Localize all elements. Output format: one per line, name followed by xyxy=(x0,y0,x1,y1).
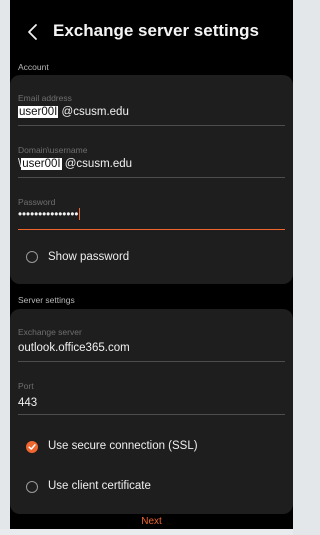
client-certificate-label[interactable]: Use client certificate xyxy=(48,480,151,492)
password-label: Password xyxy=(18,197,56,207)
bottom-edge xyxy=(0,529,293,535)
password-field[interactable]: ••••••••••••••• xyxy=(18,208,81,221)
app-screen: Exchange server settings Account Email a… xyxy=(10,0,293,535)
email-underline xyxy=(18,125,285,126)
port-label: Port xyxy=(18,381,34,391)
back-button[interactable] xyxy=(24,20,44,44)
exchange-server-label: Exchange server xyxy=(18,327,82,337)
chevron-left-icon xyxy=(28,24,37,40)
show-password-label[interactable]: Show password xyxy=(48,251,129,263)
account-card: Email address user00I @csusm.edu Domain\… xyxy=(10,75,293,284)
ssl-checkbox[interactable] xyxy=(26,441,38,453)
domain-username-field[interactable]: \user00I @csusm.edu xyxy=(18,158,132,170)
server-settings-card: Exchange server outlook.office365.com Po… xyxy=(10,309,293,514)
check-icon xyxy=(28,444,36,450)
header: Exchange server settings xyxy=(10,0,293,58)
exchange-server-underline xyxy=(18,361,285,362)
text-caret xyxy=(79,208,81,220)
page-title: Exchange server settings xyxy=(53,21,259,40)
port-underline xyxy=(18,414,285,415)
domain-username-label: Domain\username xyxy=(18,145,88,155)
domain-username: user00I xyxy=(21,158,62,170)
section-label-server: Server settings xyxy=(18,295,75,305)
password-dots: ••••••••••••••• xyxy=(18,209,79,221)
next-button[interactable]: Next xyxy=(10,516,293,527)
exchange-server-field[interactable]: outlook.office365.com xyxy=(18,342,130,354)
ssl-label[interactable]: Use secure connection (SSL) xyxy=(48,440,198,452)
port-field[interactable]: 443 xyxy=(18,397,37,409)
email-field[interactable]: user00I @csusm.edu xyxy=(18,106,129,118)
show-password-radio[interactable] xyxy=(26,251,38,263)
client-certificate-checkbox[interactable] xyxy=(26,481,38,493)
domain-username-underline xyxy=(18,177,285,178)
password-underline xyxy=(18,229,285,231)
email-username: user00I xyxy=(18,106,59,118)
email-domain: @csusm.edu xyxy=(58,106,129,118)
section-label-account: Account xyxy=(18,62,49,72)
domain-suffix: @csusm.edu xyxy=(61,158,133,170)
email-label: Email address xyxy=(18,93,72,103)
